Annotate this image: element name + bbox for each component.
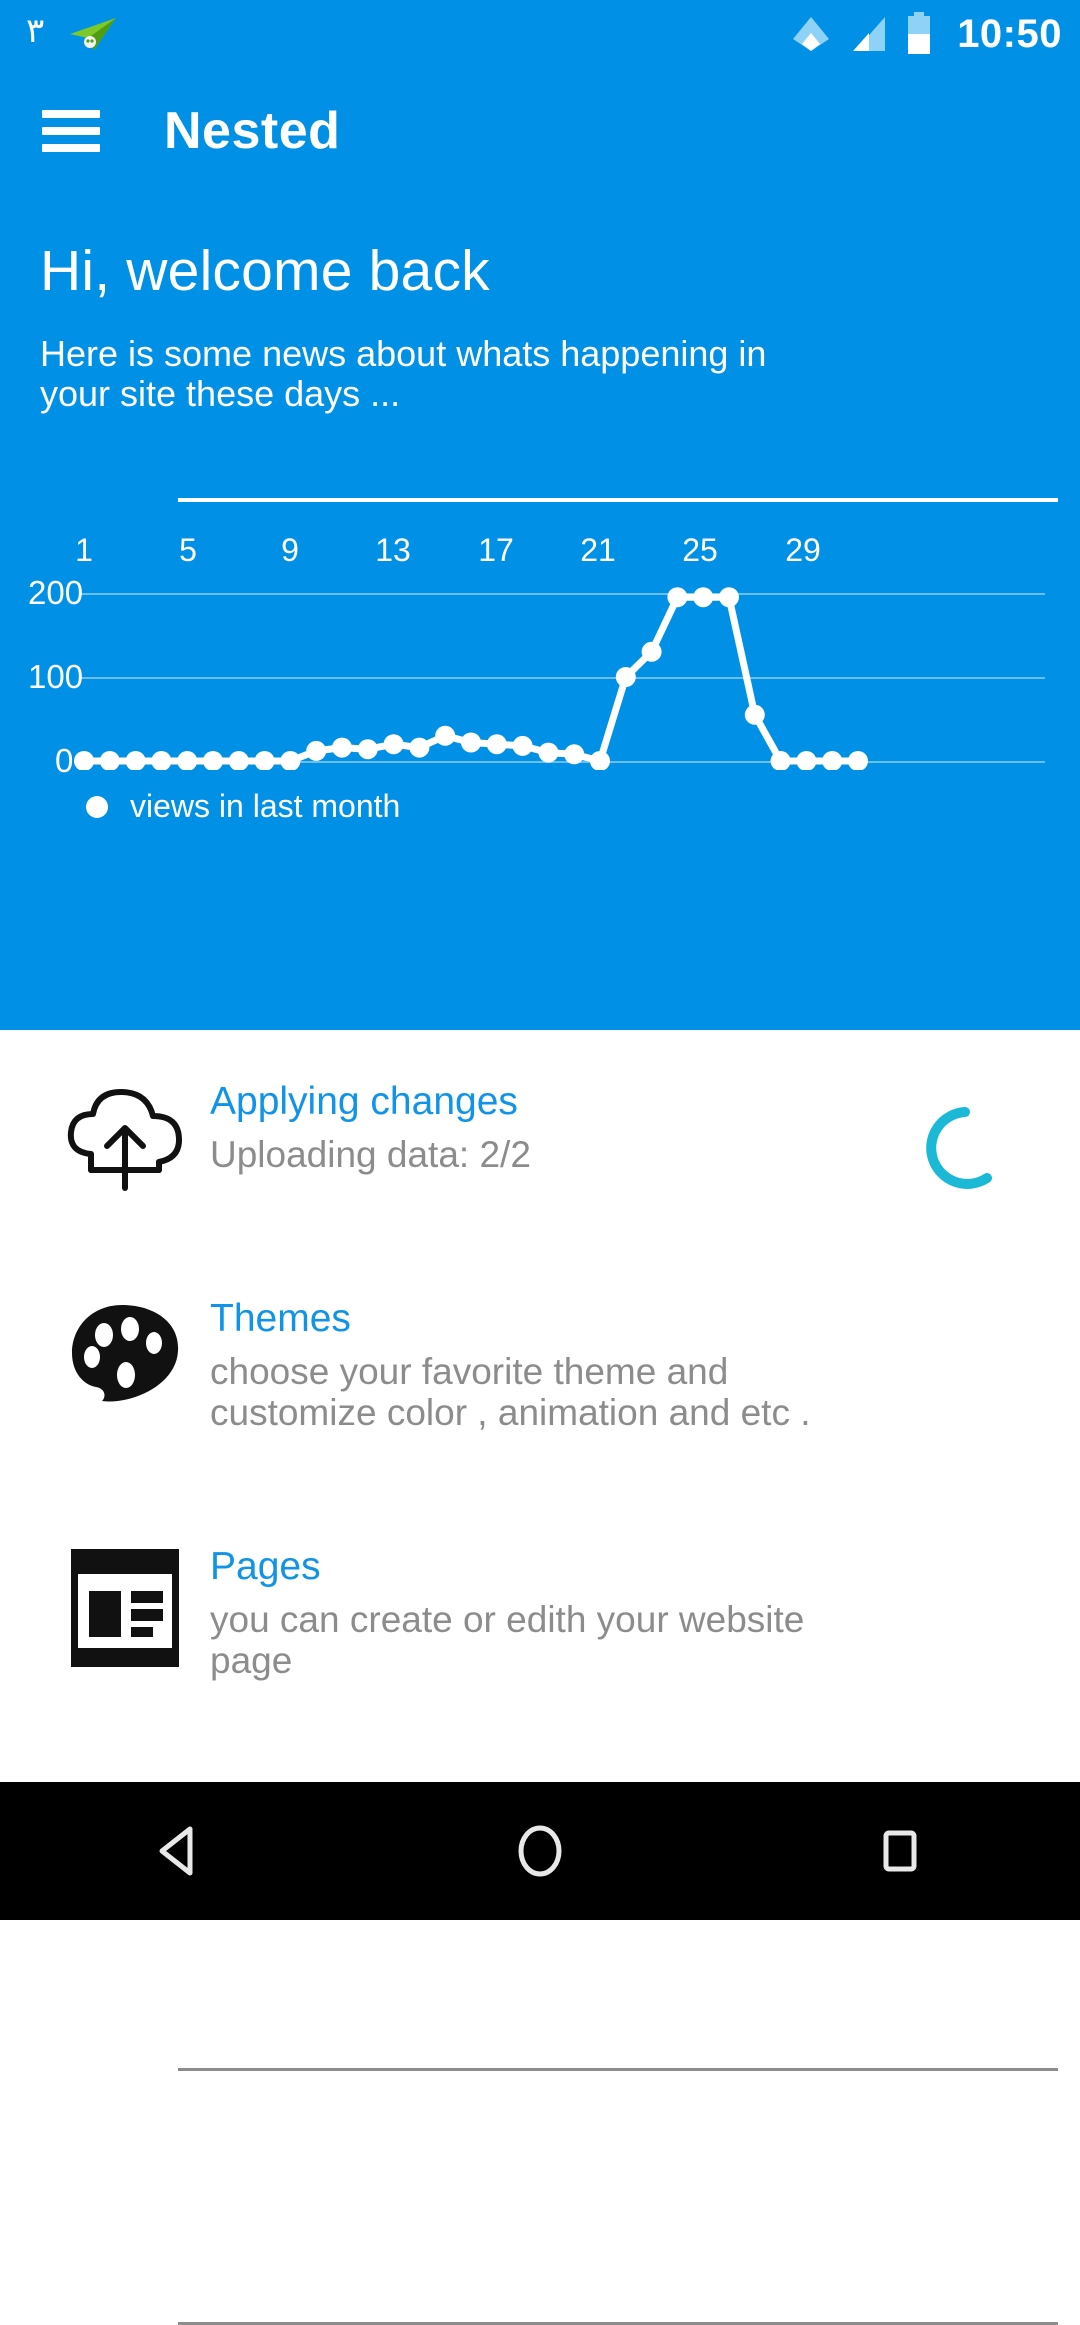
palette-icon xyxy=(72,1305,179,1402)
pages-article-icon xyxy=(71,1549,179,1667)
status-bar-left: ٣ xyxy=(26,14,118,54)
paper-plane-icon xyxy=(70,18,117,50)
home-icon[interactable] xyxy=(440,1782,640,1920)
list-item-text: Themes choose your favorite theme and cu… xyxy=(210,1295,890,1433)
status-bar-clock: 10:50 xyxy=(957,11,1062,56)
greeting-heading: Hi, welcome back xyxy=(40,239,490,303)
recents-icon[interactable] xyxy=(800,1782,1000,1920)
list-item-trailing xyxy=(890,1078,1040,1196)
list-divider-1 xyxy=(178,2068,1058,2071)
x-tick-9: 9 xyxy=(281,532,299,568)
x-tick-1: 1 xyxy=(75,532,93,568)
chart-line-series xyxy=(74,587,868,770)
app-title: Nested xyxy=(164,102,341,160)
wifi-icon xyxy=(793,17,830,51)
list-item-title: Themes xyxy=(210,1297,351,1340)
list-item-title: Applying changes xyxy=(210,1080,518,1123)
hero-panel: ٣ 10:50 Nested Hi, welcome back Here is … xyxy=(0,0,1080,1030)
list-item-description: you can create or edith your website pag… xyxy=(210,1598,805,1682)
chart-top-rule xyxy=(178,498,1058,502)
signal-icon xyxy=(853,17,886,51)
list-item-icon-wrap xyxy=(40,1543,210,1667)
list-item-text: Pages you can create or edith your websi… xyxy=(210,1543,890,1681)
greeting-subtitle: Here is some news about whats happening … xyxy=(40,333,767,415)
list-item-description: Uploading data: 2/2 xyxy=(210,1133,531,1175)
x-tick-21: 21 xyxy=(580,532,616,568)
feature-list: Applying changes Uploading data: 2/2 The… xyxy=(0,1030,1080,2325)
x-tick-17: 17 xyxy=(478,532,514,568)
list-item-applying-changes[interactable]: Applying changes Uploading data: 2/2 xyxy=(0,1078,1080,1196)
x-tick-29: 29 xyxy=(785,532,821,568)
list-item-icon-wrap xyxy=(40,1295,210,1405)
list-item-pages[interactable]: Pages you can create or edith your websi… xyxy=(0,1543,1080,1681)
cloud-upload-icon xyxy=(67,1089,182,1191)
list-item-title: Pages xyxy=(210,1545,321,1588)
list-item-text: Applying changes Uploading data: 2/2 xyxy=(210,1078,890,1175)
android-navigation-bar xyxy=(0,1782,1080,1920)
list-item-themes[interactable]: Themes choose your favorite theme and cu… xyxy=(0,1295,1080,1433)
notification-count-digit: ٣ xyxy=(26,11,45,51)
views-chart: 1 5 9 13 17 21 25 29 200 100 0 views in … xyxy=(0,470,1080,1030)
list-item-description: choose your favorite theme and customize… xyxy=(210,1350,811,1434)
chart-legend: views in last month xyxy=(86,788,400,825)
list-item-trailing xyxy=(890,1295,1040,1317)
x-tick-25: 25 xyxy=(682,532,718,568)
list-item-trailing xyxy=(890,1543,1040,1565)
legend-marker-dot xyxy=(86,795,108,818)
back-icon[interactable] xyxy=(80,1782,280,1920)
x-tick-13: 13 xyxy=(375,532,411,568)
list-item-icon-wrap xyxy=(40,1078,210,1196)
status-bar-right: 10:50 xyxy=(789,12,1062,57)
chart-x-axis-labels: 1 5 9 13 17 21 25 29 xyxy=(0,532,1080,578)
app-bar: Nested xyxy=(0,68,1080,194)
loading-spinner-icon xyxy=(926,1107,992,1189)
battery-icon xyxy=(908,12,931,54)
chart-plot-area: 200 100 0 xyxy=(0,574,1080,779)
status-bar: ٣ 10:50 xyxy=(0,0,1080,68)
hamburger-menu-icon[interactable] xyxy=(42,110,100,152)
x-tick-5: 5 xyxy=(179,532,197,568)
legend-label-views: views in last month xyxy=(130,788,401,824)
